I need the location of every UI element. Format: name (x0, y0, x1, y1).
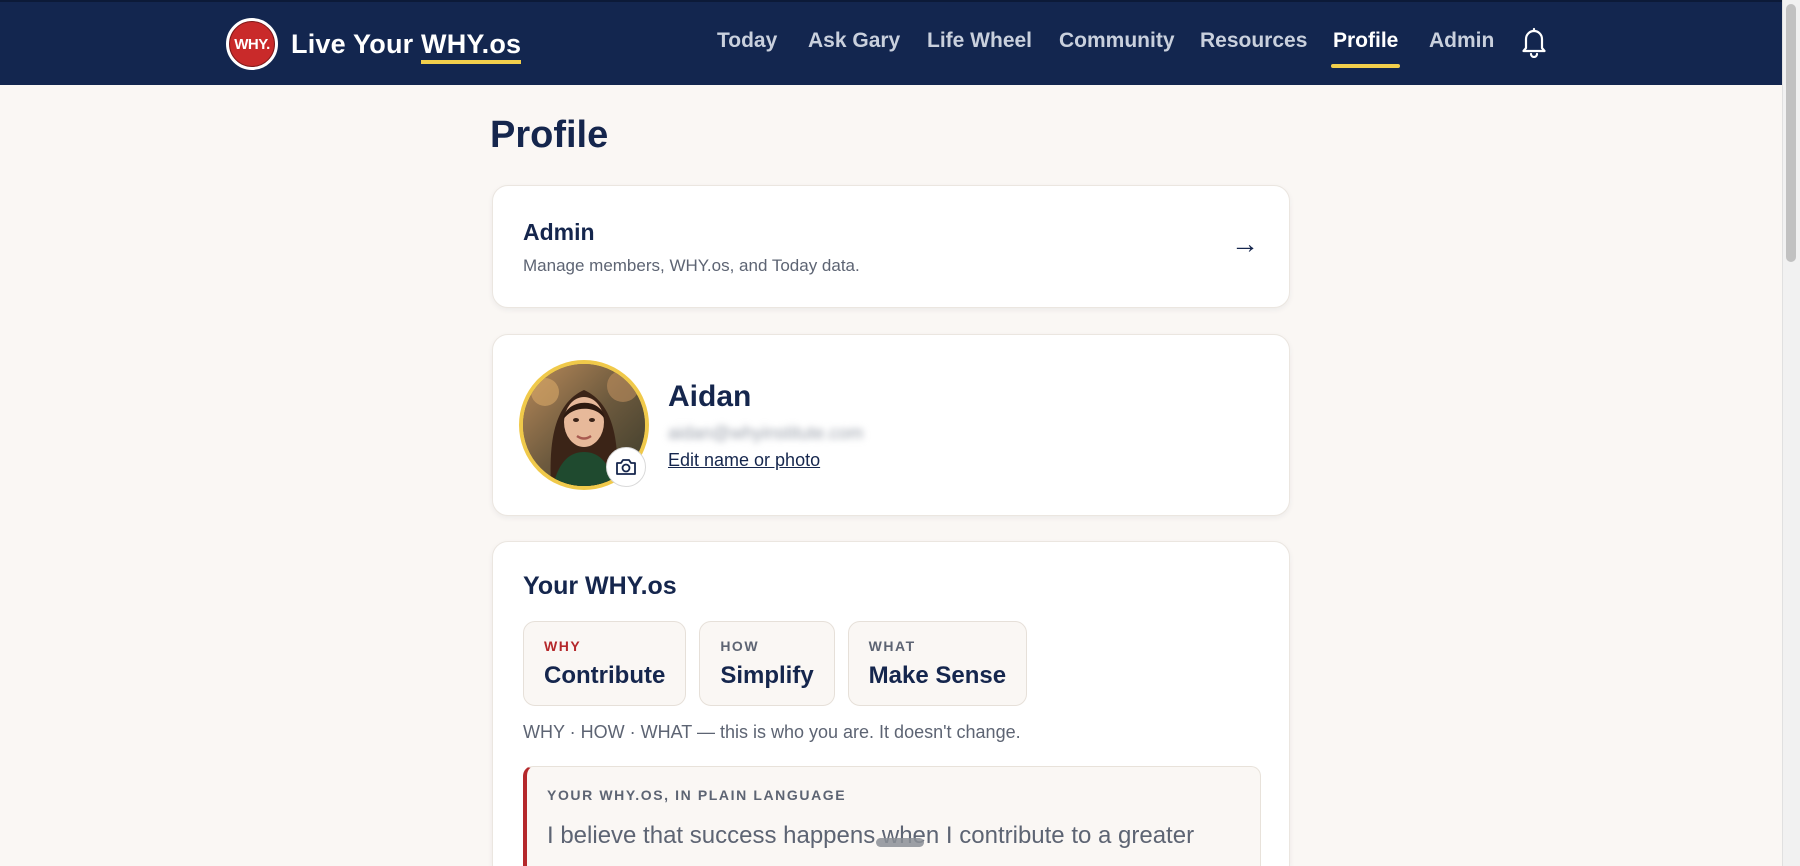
nav-item-profile[interactable]: Profile (1330, 29, 1401, 68)
why-os-title: Your WHY.os (523, 572, 677, 600)
arrow-right-icon: → (1231, 228, 1259, 259)
why-os-card: Your WHY.os WHY Contribute HOW Simplify … (492, 541, 1290, 866)
profile-name: Aidan (668, 380, 752, 413)
scroll-drag-handle[interactable] (876, 838, 924, 847)
chip-label: WHAT (868, 638, 916, 654)
nav-item-ask-gary[interactable]: Ask Gary (808, 29, 900, 53)
nav-item-community[interactable]: Community (1059, 29, 1175, 53)
chip-value: Make Sense (868, 662, 1007, 689)
edit-name-photo-link[interactable]: Edit name or photo (668, 450, 820, 471)
change-photo-button[interactable] (606, 447, 646, 487)
brand-name-highlight: WHY.os (421, 28, 522, 64)
why-os-caption: WHY · HOW · WHAT — this is who you are. … (523, 722, 1021, 742)
brand-name: Live Your WHY.os (291, 28, 522, 64)
chip-how: HOW Simplify (699, 621, 835, 706)
nav-item-today[interactable]: Today (717, 29, 777, 53)
plain-language-label: YOUR WHY.OS, IN PLAIN LANGUAGE (547, 787, 847, 803)
brand-home-link[interactable]: WHY. Live Your WHY.os (226, 18, 522, 70)
chip-label: HOW (720, 638, 760, 654)
why-os-chips: WHY Contribute HOW Simplify WHAT Make Se… (523, 621, 1028, 706)
page-scrollbar-thumb[interactable] (1786, 4, 1796, 262)
profile-email: aidan@whyinstitute.com (668, 423, 864, 443)
chip-value: Contribute (544, 662, 666, 689)
admin-card-title: Admin (523, 219, 595, 245)
camera-icon (616, 459, 636, 475)
nav-item-admin[interactable]: Admin (1429, 29, 1494, 53)
chip-what: WHAT Make Sense (847, 621, 1028, 706)
profile-card: Aidan aidan@whyinstitute.com Edit name o… (492, 334, 1290, 516)
admin-card-description: Manage members, WHY.os, and Today data. (523, 256, 860, 275)
chip-why: WHY Contribute (523, 621, 687, 706)
top-navbar: WHY. Live Your WHY.os Today Ask Gary Lif… (0, 0, 1782, 85)
chip-label: WHY (544, 638, 582, 654)
nav-item-life-wheel[interactable]: Life Wheel (927, 29, 1032, 53)
nav-item-resources[interactable]: Resources (1200, 29, 1307, 53)
admin-card-link[interactable]: Admin Manage members, WHY.os, and Today … (492, 185, 1290, 308)
plain-language-box: YOUR WHY.OS, IN PLAIN LANGUAGE I believe… (523, 766, 1261, 866)
brand-name-prefix: Live Your (291, 28, 422, 59)
chip-value: Simplify (720, 662, 814, 689)
page-title: Profile (490, 114, 609, 156)
bell-icon[interactable] (1520, 26, 1548, 59)
brand-logo: WHY. (226, 18, 278, 70)
